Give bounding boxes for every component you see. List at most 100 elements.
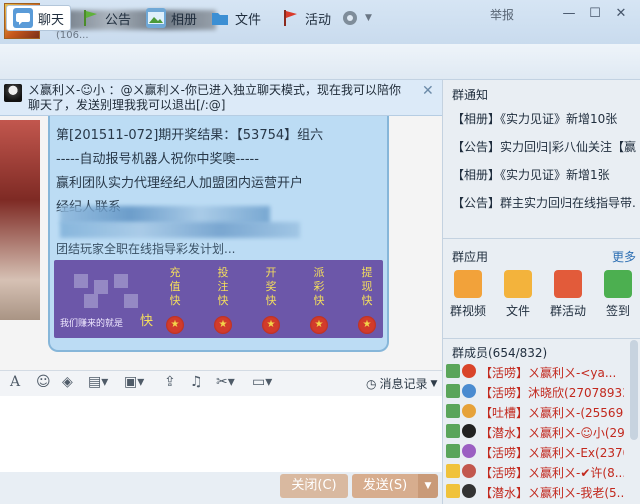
member-tag: 【吐槽】	[480, 406, 529, 420]
app-group-activity[interactable]: 群活动	[546, 270, 590, 319]
screenshot-icon[interactable]: ▤▾	[88, 374, 108, 390]
member-row[interactable]: 【潜水】ㄨ赢利ㄨ-我老(5...	[446, 482, 624, 502]
banner-column-bet: 投注快	[217, 266, 229, 307]
member-row[interactable]: 【活唠】沐晓欣(270789330)	[446, 382, 624, 402]
member-name: ㄨ赢利ㄨ-我老(5...	[528, 486, 624, 500]
settings-gear-icon	[340, 8, 360, 28]
member-avatar	[446, 424, 460, 438]
message-blurred-content-2	[60, 222, 300, 238]
group-number: (106...	[56, 30, 89, 41]
report-link[interactable]: 举报	[490, 6, 514, 23]
send-options-button[interactable]: ▼	[418, 474, 438, 498]
divider	[443, 238, 640, 239]
tab-activity-label: 活动	[305, 12, 332, 28]
member-avatar	[446, 364, 460, 378]
banner-column-recharge: 充值快	[169, 266, 181, 307]
group-notice-item[interactable]: 【公告】群主实力回归在线指导带...	[452, 194, 636, 211]
banner-pixel-block	[94, 280, 108, 294]
app-label: 文件	[505, 304, 530, 318]
tab-activity[interactable]: 活动	[274, 5, 337, 31]
close-window-button[interactable]: ✕	[612, 6, 630, 22]
checkin-icon	[604, 270, 632, 298]
member-tag: 【活唠】	[480, 366, 529, 380]
member-level-icon	[462, 364, 476, 378]
member-level-icon	[462, 384, 476, 398]
upload-icon[interactable]: ⇪	[164, 374, 176, 390]
member-tag: 【活唠】	[480, 386, 529, 400]
chevron-down-icon: ▼	[365, 13, 372, 23]
app-label: 群视频	[449, 304, 486, 318]
member-name: ㄨ赢利ㄨ-(25569...	[528, 406, 624, 420]
member-tag: 【潜水】	[480, 486, 529, 500]
banner-pixel-block	[114, 274, 128, 288]
star-badge-icon: ★	[262, 316, 280, 334]
clock-icon: ◷	[366, 376, 377, 391]
star-badge-icon: ★	[310, 316, 328, 334]
app-files[interactable]: 文件	[496, 270, 540, 319]
group-apps-more-link[interactable]: 更多	[612, 248, 636, 265]
banner-column-withdraw: 提现快	[361, 266, 373, 307]
member-avatar	[446, 464, 460, 478]
close-button[interactable]: 关闭(C)	[280, 474, 348, 498]
member-name: 沐晓欣(270789330)	[528, 386, 624, 400]
group-apps-title: 群应用	[452, 250, 489, 264]
member-tag: 【活唠】	[480, 466, 529, 480]
banner-fast-text: 快	[140, 314, 154, 329]
gift-icon[interactable]: ▭▾	[252, 374, 272, 390]
member-name: ㄨ赢利ㄨ-☺小(29...	[528, 426, 624, 440]
app-group-video[interactable]: 群视频	[446, 270, 490, 319]
scissors-icon[interactable]: ✂▾	[216, 374, 235, 390]
independent-chat-notice: ㄨ赢利ㄨ-☺小 ：@ㄨ赢利ㄨ-你已进入独立聊天模式，现在我可以陪你聊天了，发送别…	[0, 80, 442, 116]
app-checkin[interactable]: 签到	[596, 270, 640, 319]
robot-avatar	[4, 84, 22, 102]
tab-announcement-label: 公告	[105, 12, 132, 28]
banner-pixel-block	[84, 294, 98, 308]
member-row[interactable]: 【活唠】ㄨ赢利ㄨ-Ex(2370...	[446, 442, 624, 462]
activity-icon	[554, 270, 582, 298]
image-icon[interactable]: ▣▾	[124, 374, 144, 390]
settings-menu-button[interactable]: ▼	[334, 5, 378, 31]
group-members-title: 群成员(654/832)	[452, 346, 548, 360]
tab-files[interactable]: 文件	[204, 5, 267, 31]
member-row[interactable]: 【吐槽】ㄨ赢利ㄨ-(25569...	[446, 402, 624, 422]
group-notice-item[interactable]: 【相册】《实力见证》新增1张	[452, 166, 636, 183]
message-line-draw-result: 第[201511-072]期开奖结果：【53754】组六	[56, 128, 324, 143]
member-level-icon	[462, 484, 476, 498]
message-history-label: 消息记录	[379, 377, 428, 391]
tab-files-label: 文件	[235, 12, 262, 28]
banner-tagline: 我们赚来的就是	[60, 319, 124, 329]
font-icon[interactable]: A	[10, 374, 20, 390]
member-level-icon	[462, 464, 476, 478]
message-line-bot-greeting: -----自动报号机器人祝你中奖噢-----	[56, 152, 259, 167]
message-history-button[interactable]: ◷ 消息记录 ▼	[366, 375, 437, 392]
send-button[interactable]: 发送(S)	[352, 474, 418, 498]
member-avatar	[446, 484, 460, 498]
members-scrollbar[interactable]	[630, 340, 638, 440]
music-icon[interactable]: ♫	[190, 374, 203, 390]
vip-icon[interactable]: ◈	[62, 374, 73, 390]
notice-close-icon[interactable]: ✕	[422, 83, 434, 99]
member-row[interactable]: 【活唠】ㄨ赢利ㄨ-✔许(8...	[446, 462, 624, 482]
emoji-icon[interactable]: ☺	[36, 374, 51, 390]
banner-column-payout: 派彩快	[313, 266, 325, 307]
member-row[interactable]: 【潜水】ㄨ赢利ㄨ-☺小(29...	[446, 422, 624, 442]
group-notice-item[interactable]: 【公告】实力回归|彩八仙关注【赢	[452, 138, 636, 155]
member-avatar	[446, 384, 460, 398]
star-badge-icon: ★	[166, 316, 184, 334]
member-name: ㄨ赢利ㄨ-<ya...	[528, 366, 617, 380]
group-notice-item[interactable]: 【相册】《实力见证》新增10张	[452, 110, 636, 127]
tab-toolbar	[0, 44, 640, 80]
chat-icon	[13, 8, 33, 28]
tab-announcement[interactable]: 公告	[74, 5, 137, 31]
star-badge-icon: ★	[358, 316, 376, 334]
chevron-down-icon: ▼	[430, 378, 438, 389]
maximize-button[interactable]: ☐	[586, 6, 604, 22]
member-row[interactable]: 【活唠】ㄨ赢利ㄨ-<ya...	[446, 362, 624, 382]
promo-banner-image: 我们赚来的就是 快 充值快 投注快 开奖快 派彩快 提现快 ★ ★ ★ ★ ★	[54, 260, 383, 338]
tab-chat[interactable]: 聊天	[6, 5, 72, 31]
tab-album[interactable]: 相册	[140, 5, 203, 31]
banner-pixel-block	[74, 274, 88, 288]
app-label: 群活动	[549, 304, 586, 318]
minimize-button[interactable]: —	[560, 6, 578, 22]
message-input-area[interactable]	[0, 396, 442, 472]
